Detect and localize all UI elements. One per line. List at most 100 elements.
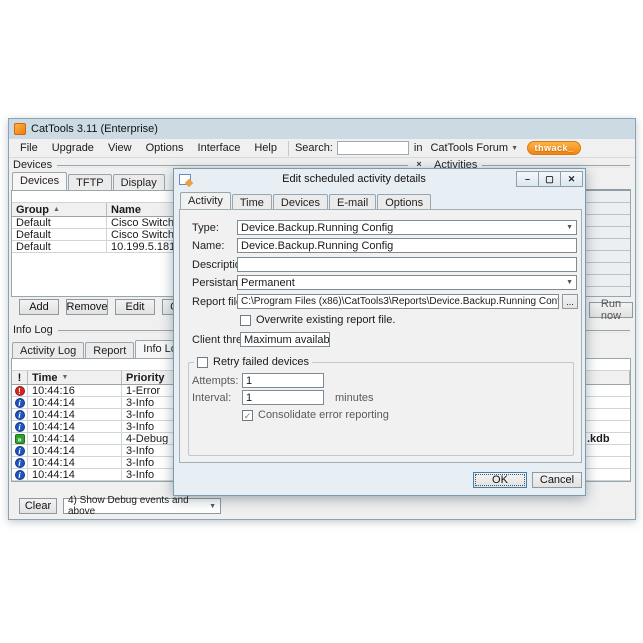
tab-tftp[interactable]: TFTP (68, 174, 112, 190)
window-title: CatTools 3.11 (Enterprise) (31, 123, 158, 135)
retry-failed-label: Retry failed devices (213, 356, 309, 368)
edit-activity-dialog: Edit scheduled activity details – ▢ ✕ Ac… (173, 168, 586, 496)
column-time: Time (32, 372, 57, 384)
tab-display[interactable]: Display (113, 174, 165, 190)
run-now-button[interactable]: Run now (589, 302, 633, 318)
log-severity-icon (15, 458, 25, 468)
browse-button[interactable]: ... (562, 294, 578, 309)
sort-ascending-icon: ▲ (53, 206, 60, 213)
interval-unit-label: minutes (335, 392, 374, 404)
edit-form-icon (179, 174, 191, 185)
clear-button[interactable]: Clear (19, 498, 57, 514)
interval-input[interactable]: 1 (242, 390, 324, 405)
interval-label: Interval: (192, 392, 231, 404)
menu-upgrade[interactable]: Upgrade (45, 140, 101, 156)
ok-button[interactable]: OK (473, 472, 527, 488)
log-severity-icon (15, 434, 25, 444)
search-in-label: in (414, 142, 423, 154)
consolidate-checkbox[interactable]: Consolidate error reporting (242, 409, 389, 421)
maximize-button[interactable]: ▢ (538, 171, 561, 187)
add-button[interactable]: Add (19, 299, 59, 315)
log-time-cell: 10:44:14 (28, 421, 122, 432)
overwrite-label: Overwrite existing report file. (256, 314, 395, 326)
tab-devices[interactable]: Devices (12, 172, 67, 190)
attempts-input[interactable]: 1 (242, 373, 324, 388)
menubar-separator (288, 141, 289, 156)
client-threads-combo[interactable]: Maximum available ▼ (240, 332, 330, 347)
search-scope-value: CatTools Forum (430, 142, 508, 154)
thwack-button[interactable]: thwack_ (527, 141, 581, 155)
infolog-tabstrip: Activity Log Report Info Log (12, 340, 191, 358)
log-severity-icon (15, 422, 25, 432)
type-label: Type: (192, 222, 219, 234)
menu-view[interactable]: View (101, 140, 139, 156)
dialog-tab-email[interactable]: E-mail (329, 194, 376, 210)
log-time-cell: 10:44:14 (28, 409, 122, 420)
name-label: Name: (192, 240, 224, 252)
name-input[interactable]: Device.Backup.Running Config (237, 238, 577, 253)
minimize-button[interactable]: – (516, 171, 539, 187)
dialog-tab-devices[interactable]: Devices (273, 194, 328, 210)
log-filter-value: 4) Show Debug events and above (68, 495, 209, 517)
edit-button[interactable]: Edit (115, 299, 155, 315)
menubar: File Upgrade View Options Interface Help… (9, 139, 635, 158)
description-input[interactable] (237, 257, 577, 272)
log-filter-select[interactable]: 4) Show Debug events and above ▼ (63, 498, 221, 514)
persistance-combo[interactable]: Permanent ▼ (237, 275, 577, 290)
attempts-label: Attempts: (192, 375, 238, 387)
column-flag: ! (12, 371, 28, 384)
dialog-tabstrip: Activity Time Devices E-mail Options (180, 192, 431, 210)
log-time-cell: 10:44:14 (28, 433, 122, 444)
client-threads-value: Maximum available (244, 334, 330, 346)
cancel-button[interactable]: Cancel (532, 472, 582, 488)
dialog-tab-activity[interactable]: Activity (180, 192, 231, 210)
search-scope-dropdown[interactable]: CatTools Forum ▼ (427, 141, 521, 155)
log-time-cell: 10:44:14 (28, 445, 122, 456)
column-group: Group (16, 204, 49, 216)
interval-value: 1 (246, 392, 252, 404)
menu-help[interactable]: Help (247, 140, 284, 156)
checkbox-checked-icon (242, 410, 253, 421)
chevron-down-icon: ▼ (566, 279, 573, 286)
search-label: Search: (295, 142, 333, 154)
dialog-tab-page: Type: Device.Backup.Running Config ▼ Nam… (179, 209, 582, 463)
remove-button[interactable]: Remove (66, 299, 108, 315)
overwrite-checkbox[interactable]: Overwrite existing report file. (240, 314, 395, 326)
dialog-tab-options[interactable]: Options (377, 194, 431, 210)
tab-activity-log[interactable]: Activity Log (12, 342, 84, 358)
sort-descending-icon: ▼ (61, 374, 68, 381)
type-combo[interactable]: Device.Backup.Running Config ▼ (237, 220, 577, 235)
dialog-title: Edit scheduled activity details (191, 173, 517, 185)
log-severity-icon (15, 386, 25, 396)
close-button[interactable]: ✕ (560, 171, 583, 187)
consolidate-label: Consolidate error reporting (258, 409, 389, 421)
devices-section-title: Devices (13, 159, 52, 171)
tab-report[interactable]: Report (85, 342, 134, 358)
log-severity-icon (15, 398, 25, 408)
search-input[interactable] (337, 141, 409, 155)
log-time-cell: 10:44:14 (28, 457, 122, 468)
log-severity-icon (15, 410, 25, 420)
infolog-section-title: Info Log (13, 324, 53, 336)
dialog-tab-time[interactable]: Time (232, 194, 272, 210)
devices-tabstrip: Devices TFTP Display (12, 172, 165, 190)
device-group-cell: Default (12, 241, 107, 252)
device-group-cell: Default (12, 217, 107, 228)
menu-file[interactable]: File (13, 140, 45, 156)
log-time-cell: 10:44:16 (28, 385, 122, 396)
menu-interface[interactable]: Interface (191, 140, 248, 156)
menu-options[interactable]: Options (139, 140, 191, 156)
app-icon (14, 123, 26, 135)
checkbox-unchecked-icon (197, 357, 208, 368)
type-value: Device.Backup.Running Config (241, 222, 393, 234)
report-file-value: C:\Program Files (x86)\CatTools3\Reports… (241, 296, 559, 307)
device-group-cell: Default (12, 229, 107, 240)
chevron-down-icon: ▼ (566, 224, 573, 231)
persistance-value: Permanent (241, 277, 295, 289)
retry-failed-checkbox[interactable]: Retry failed devices (194, 356, 312, 368)
name-value: Device.Backup.Running Config (241, 240, 393, 252)
log-severity-icon (15, 446, 25, 456)
report-file-input[interactable]: C:\Program Files (x86)\CatTools3\Reports… (237, 294, 559, 309)
chevron-down-icon: ▼ (209, 503, 216, 510)
log-severity-icon (15, 470, 25, 480)
